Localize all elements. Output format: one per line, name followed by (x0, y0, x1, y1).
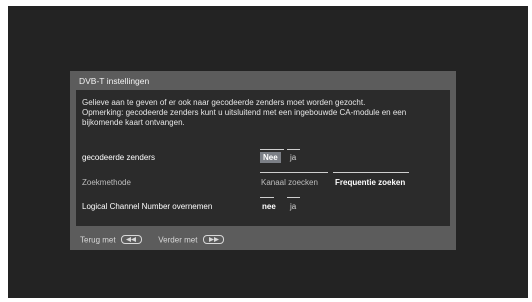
option-underline (260, 149, 284, 150)
dialog-footer: Terug met Verder met (80, 235, 224, 245)
info-text: Gelieve aan te geven of er ook naar geco… (82, 98, 446, 128)
encrypted-option-nee[interactable]: Nee (260, 152, 281, 163)
search-method-label: Zoekmethode (82, 178, 131, 187)
option-underline (260, 172, 328, 173)
option-underline (287, 197, 300, 198)
option-underline (260, 197, 274, 198)
settings-panel: Gelieve aan te geven of er ook naar geco… (76, 90, 450, 226)
info-line-1: Gelieve aan te geven of er ook naar geco… (82, 98, 366, 107)
info-line-2: Opmerking: gecodeerde zenders kunt u uit… (82, 108, 407, 117)
search-method-option-frequency[interactable]: Frequentie zoeken (334, 178, 406, 187)
encrypted-channels-label: gecodeerde zenders (82, 153, 155, 162)
encrypted-option-ja[interactable]: ja (289, 153, 297, 162)
next-label: Verder met (158, 235, 198, 245)
fast-forward-button-icon[interactable] (202, 235, 224, 245)
dialog-title: DVB-T instellingen (79, 76, 150, 86)
info-line-3: bijkomende kaart ontvangen. (82, 118, 185, 127)
back-label: Terug met (80, 235, 116, 245)
lcn-option-nee[interactable]: nee (261, 202, 277, 211)
option-underline (287, 149, 300, 150)
dvbt-settings-dialog: DVB-T instellingen Gelieve aan te geven … (70, 71, 456, 250)
lcn-option-ja[interactable]: ja (289, 202, 297, 211)
option-underline (333, 172, 409, 173)
rewind-button-icon[interactable] (120, 235, 142, 245)
search-method-option-channel[interactable]: Kanaal zoecken (260, 178, 319, 187)
lcn-label: Logical Channel Number overnemen (82, 202, 213, 211)
